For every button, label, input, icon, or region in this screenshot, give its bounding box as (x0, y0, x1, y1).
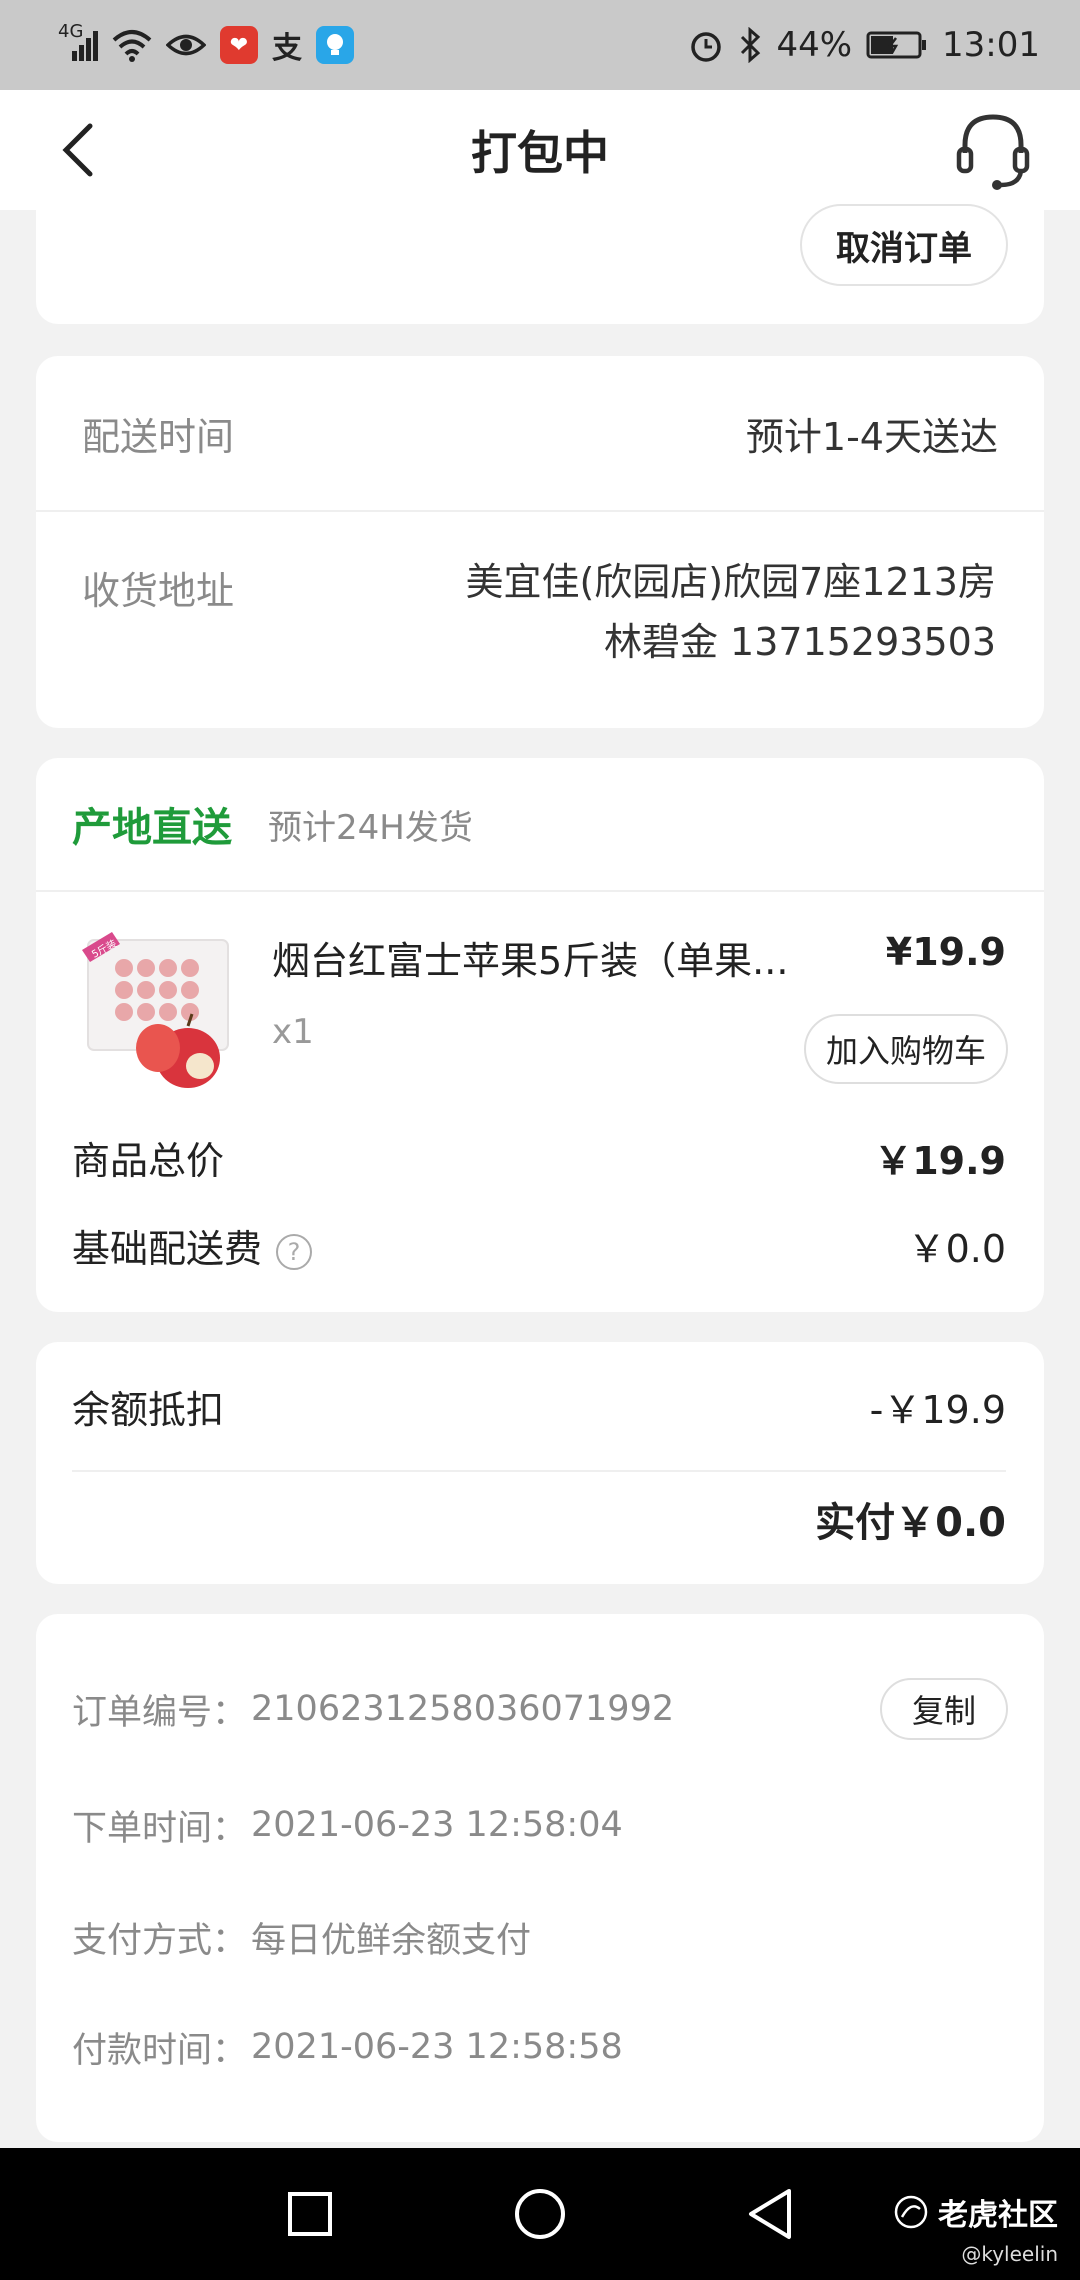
goods-total-value: ￥19.9 (874, 1139, 1006, 1183)
order-number-label: 订单编号： (72, 1692, 248, 1733)
goods-header: 产地直送 预计24H发货 (36, 758, 1044, 892)
recipient-line: 林碧金 13715293503 (603, 620, 996, 664)
back-nav-button[interactable] (742, 2186, 798, 2242)
origin-direct-tag: 产地直送 (72, 805, 232, 851)
headset-icon (956, 114, 1030, 190)
watermark-brand-row: 老虎社区 (894, 2190, 1058, 2234)
delivery-fee-row: 基础配送费? ￥0.0 (72, 1218, 1006, 1273)
back-button[interactable] (48, 120, 108, 180)
product-image[interactable]: 5斤装 (76, 926, 252, 1102)
order-number-row: 订单编号： 2106231258036071992 (72, 1680, 1008, 1738)
goods-card: 产地直送 预计24H发货 5斤装 烟台红富士苹果5斤装（单果... ¥19.9 … (36, 758, 1044, 1312)
order-time-value: 2021-06-23 12:58:04 (251, 1805, 623, 1845)
battery-percent: 44% (776, 25, 853, 65)
balance-deduction-label: 余额抵扣 (72, 1387, 225, 1432)
goods-total-label: 商品总价 (72, 1139, 225, 1183)
product-name[interactable]: 烟台红富士苹果5斤装（单果... (272, 930, 852, 985)
page-title: 打包中 (471, 126, 609, 180)
order-info-card: 订单编号： 2106231258036071992 复制 下单时间： 2021-… (36, 1614, 1044, 2142)
payment-time-row: 付款时间： 2021-06-23 12:58:58 (72, 2018, 1008, 2076)
customer-service-button[interactable] (950, 108, 1036, 194)
payment-method-value: 每日优鲜余额支付 (251, 1920, 532, 1961)
actual-paid: 实付￥0.0 (815, 1500, 1006, 1546)
bulb-app-icon (316, 26, 354, 64)
square-icon (288, 2192, 332, 2236)
home-button[interactable] (512, 2186, 568, 2242)
balance-deduction-value: -￥19.9 (869, 1387, 1006, 1432)
signal-icon: 4G (58, 21, 98, 63)
cancel-order-button[interactable]: 取消订单 (800, 204, 1008, 286)
app-notification-icon: ❤ (220, 26, 258, 64)
order-time-label: 下单时间： (72, 1808, 248, 1849)
status-bar-right: 44% 13:01 (688, 25, 1040, 65)
copy-order-number-button[interactable]: 复制 (879, 1678, 1008, 1740)
goods-total-row: 商品总价 ￥19.9 (72, 1130, 1006, 1185)
payment-time-label: 付款时间： (72, 2030, 248, 2071)
watermark-user: @kyleelin (961, 2242, 1058, 2266)
ship-estimate: 预计24H发货 (268, 807, 473, 848)
delivery-fee-value: ￥0.0 (907, 1227, 1006, 1271)
order-status-card: 取消订单 (36, 204, 1044, 324)
triangle-back-icon (749, 2189, 791, 2239)
clock-time: 13:01 (942, 25, 1040, 65)
order-number-value: 2106231258036071992 (251, 1689, 675, 1729)
network-type: 4G (58, 21, 84, 42)
alipay-icon: 支 (272, 31, 302, 66)
delivery-address-value: 美宜佳(欣园店)欣园7座1213房 林碧金 13715293503 (465, 552, 996, 672)
delivery-fee-label-wrap: 基础配送费? (72, 1218, 313, 1273)
payment-method-label: 支付方式： (72, 1920, 248, 1961)
watermark: 老虎社区 @kyleelin (894, 2190, 1058, 2266)
product-price: ¥19.9 (885, 930, 1006, 974)
wifi-icon (112, 28, 152, 62)
alarm-icon (688, 27, 724, 63)
watermark-brand: 老虎社区 (938, 2198, 1058, 2233)
order-time-row: 下单时间： 2021-06-23 12:58:04 (72, 1796, 1008, 1854)
recent-apps-button[interactable] (282, 2186, 338, 2242)
delivery-address-row: 收货地址 美宜佳(欣园店)欣园7座1213房 林碧金 13715293503 (36, 512, 1044, 728)
page-header: 打包中 (0, 90, 1080, 210)
question-mark-icon[interactable]: ? (276, 1233, 313, 1270)
delivery-fee-label: 基础配送费 (72, 1227, 263, 1271)
chevron-left-icon (62, 123, 93, 177)
delivery-info-card: 配送时间 预计1-4天送达 收货地址 美宜佳(欣园店)欣园7座1213房 林碧金… (36, 356, 1044, 728)
eye-icon (166, 30, 206, 60)
product-quantity: x1 (272, 1012, 314, 1052)
add-to-cart-button[interactable]: 加入购物车 (803, 1014, 1008, 1084)
payment-time-value: 2021-06-23 12:58:58 (251, 2027, 623, 2067)
delivery-time-row: 配送时间 预计1-4天送达 (36, 356, 1044, 512)
delivery-time-label: 配送时间 (82, 414, 235, 459)
delivery-time-value: 预计1-4天送达 (745, 414, 998, 459)
payment-method-row: 支付方式： 每日优鲜余额支付 (72, 1908, 1008, 1966)
status-bar: 4G ❤ 支 44% 13:01 (0, 0, 1080, 90)
delivery-address-label: 收货地址 (82, 569, 235, 613)
address-line: 美宜佳(欣园店)欣园7座1213房 (465, 560, 996, 604)
battery-icon (866, 30, 928, 60)
payment-card: 余额抵扣 -￥19.9 实付￥0.0 (36, 1342, 1044, 1584)
bluetooth-icon (738, 27, 762, 63)
balance-deduction-row: 余额抵扣 -￥19.9 (72, 1342, 1006, 1472)
status-bar-left: 4G ❤ 支 (58, 21, 354, 67)
circle-icon (515, 2189, 565, 2239)
tiger-logo-icon (894, 2195, 928, 2229)
